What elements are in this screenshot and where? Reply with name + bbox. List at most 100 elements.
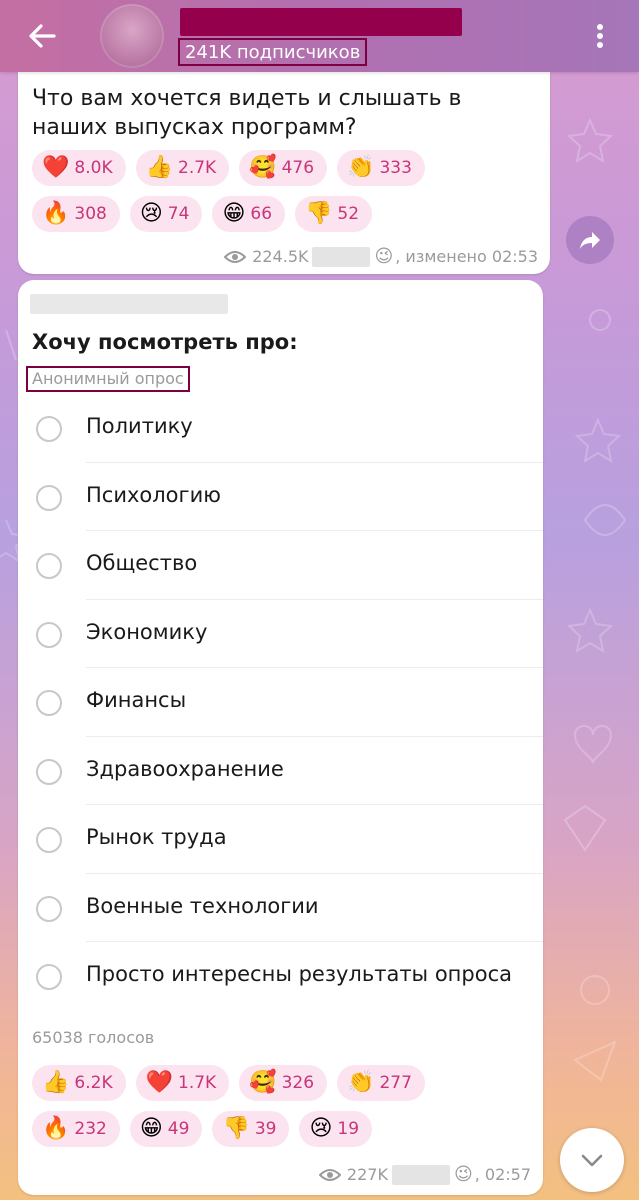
reaction-count: 6.2K: [74, 1073, 113, 1093]
radio-button[interactable]: [36, 690, 62, 716]
reaction-pill[interactable]: 😢 19: [299, 1111, 373, 1147]
reaction-pill[interactable]: 🔥 232: [32, 1111, 120, 1147]
poll-option-label: Рынок труда: [86, 825, 227, 849]
reaction-pill[interactable]: 🥰 326: [239, 1065, 328, 1101]
author-redacted: [312, 246, 371, 267]
reaction-pill[interactable]: 😁 66: [212, 196, 286, 232]
smiling-face-with-hearts-icon: 🥰: [249, 155, 277, 180]
reaction-count: 66: [250, 204, 273, 224]
poll-option-label: Политику: [86, 414, 193, 438]
radio-button[interactable]: [36, 895, 62, 922]
radio-button[interactable]: [36, 484, 62, 511]
author-emoji-icon: 😉: [453, 1164, 473, 1185]
message-meta: 227K 😉 , 02:57: [318, 1164, 531, 1185]
reactions-bar: ❤️ 8.0K 👍 2.7K 🥰 476 👏 333 🔥 308 😢 74 😁 66 👎 52: [32, 150, 462, 232]
channel-title-redacted[interactable]: [180, 8, 462, 36]
crying-face-icon: 😢: [309, 1116, 333, 1141]
radio-button[interactable]: [36, 758, 62, 785]
message-meta: 224.5K 😉 , изменено 02:53: [224, 246, 538, 267]
heart-icon: ❤️: [42, 155, 70, 180]
back-button[interactable]: [24, 18, 60, 54]
reaction-count: 308: [74, 204, 107, 224]
back-arrow-icon: [29, 24, 56, 48]
reaction-pill[interactable]: 👏 333: [337, 150, 425, 186]
views-eye-icon: [318, 1168, 341, 1181]
views-eye-icon: [224, 250, 247, 263]
thumbs-up-icon: 👍: [42, 1070, 70, 1095]
poll-option-label: Просто интересны результаты опроса: [86, 962, 512, 986]
reaction-count: 2.7K: [178, 158, 217, 178]
poll-header-redacted: [30, 294, 228, 314]
view-count: 224.5K: [252, 247, 309, 266]
poll-option[interactable]: Рынок труда: [18, 805, 543, 874]
radio-button[interactable]: [36, 553, 62, 579]
message-bubble: Что вам хочется видеть и слышать в наших…: [18, 60, 550, 274]
thumbs-down-icon: 👎: [222, 1116, 250, 1141]
poll-option-label: Финансы: [86, 688, 187, 712]
reaction-count: 49: [167, 1119, 190, 1139]
fire-icon: 🔥: [42, 201, 70, 226]
poll-option-label: Психологию: [86, 482, 221, 507]
scroll-down-button[interactable]: [560, 1128, 624, 1192]
poll-option[interactable]: Финансы: [18, 668, 543, 737]
reaction-count: 1.7K: [178, 1073, 217, 1093]
reaction-count: 19: [337, 1119, 360, 1139]
reaction-count: 277: [379, 1073, 412, 1093]
poll-type-label: Анонимный опрос: [26, 366, 190, 392]
share-button[interactable]: [566, 216, 614, 264]
author-redacted: [391, 1164, 450, 1185]
view-count: 227K: [346, 1165, 388, 1184]
share-arrow-icon: [580, 232, 600, 249]
reaction-pill[interactable]: 😢 74: [129, 196, 203, 232]
poll-option[interactable]: Военные технологии: [18, 874, 543, 942]
clapping-hands-icon: 👏: [347, 1070, 375, 1095]
reaction-pill[interactable]: 👎 39: [212, 1111, 290, 1147]
reaction-count: 39: [254, 1119, 277, 1139]
reaction-pill[interactable]: ❤️ 1.7K: [135, 1065, 230, 1101]
poll-option-label: Экономику: [86, 619, 208, 644]
reaction-count: 326: [281, 1073, 315, 1093]
reaction-pill[interactable]: 👏 277: [337, 1065, 425, 1101]
poll-option-label: Здравоохранение: [86, 756, 284, 781]
reaction-pill[interactable]: 🥰 476: [239, 150, 328, 186]
reaction-count: 74: [167, 204, 190, 224]
message-text: Что вам хочется видеть и слышать в наших…: [32, 86, 462, 140]
poll-option[interactable]: Психологию: [18, 463, 543, 531]
poll-options: Политику Психологию Общество Экономику Ф…: [18, 394, 543, 1011]
reaction-count: 333: [379, 158, 412, 178]
reaction-pill[interactable]: 😁 49: [129, 1111, 203, 1147]
grinning-face-icon: 😁: [222, 201, 246, 226]
reaction-pill[interactable]: 🔥 308: [32, 196, 120, 232]
heart-icon: ❤️: [145, 1070, 173, 1095]
poll-option[interactable]: Просто интересны результаты опроса: [18, 942, 543, 1011]
poll-option-label: Общество: [86, 551, 198, 575]
poll-option[interactable]: Экономику: [18, 600, 543, 668]
chat-header: 241K подписчиков: [0, 0, 639, 72]
reaction-pill[interactable]: 👍 6.2K: [32, 1065, 126, 1101]
reaction-pill[interactable]: ❤️ 8.0K: [32, 150, 126, 186]
radio-button[interactable]: [36, 621, 62, 648]
post-timestamp: , 02:57: [474, 1165, 531, 1184]
grinning-face-icon: 😁: [139, 1116, 163, 1141]
subscriber-count: 241K подписчиков: [178, 38, 368, 66]
reactions-bar: 👍 6.2K ❤️ 1.7K 🥰 326 👏 277 🔥 232 😁 49 👎 39 😢 19: [32, 1065, 462, 1147]
radio-button[interactable]: [36, 964, 62, 990]
chevron-down-icon: [581, 1154, 603, 1167]
radio-button[interactable]: [36, 827, 62, 853]
poll-option-label: Военные технологии: [86, 893, 319, 918]
smiling-face-with-hearts-icon: 🥰: [249, 1070, 277, 1095]
reaction-count: 52: [337, 204, 360, 224]
poll-option[interactable]: Политику: [18, 394, 543, 463]
poll-message-bubble: Хочу посмотреть про: Анонимный опрос Пол…: [18, 280, 543, 1195]
poll-option[interactable]: Здравоохранение: [18, 737, 543, 805]
thumbs-down-icon: 👎: [305, 201, 333, 226]
poll-option[interactable]: Общество: [18, 531, 543, 600]
reaction-pill[interactable]: 👎 52: [295, 196, 373, 232]
reaction-pill[interactable]: 👍 2.7K: [135, 150, 230, 186]
crying-face-icon: 😢: [139, 201, 163, 226]
author-emoji-icon: 😉: [374, 246, 394, 267]
channel-avatar[interactable]: [100, 4, 164, 68]
more-options-button[interactable]: [588, 18, 612, 54]
radio-button[interactable]: [36, 416, 62, 442]
vote-count: 65038 голосов: [32, 1028, 155, 1047]
